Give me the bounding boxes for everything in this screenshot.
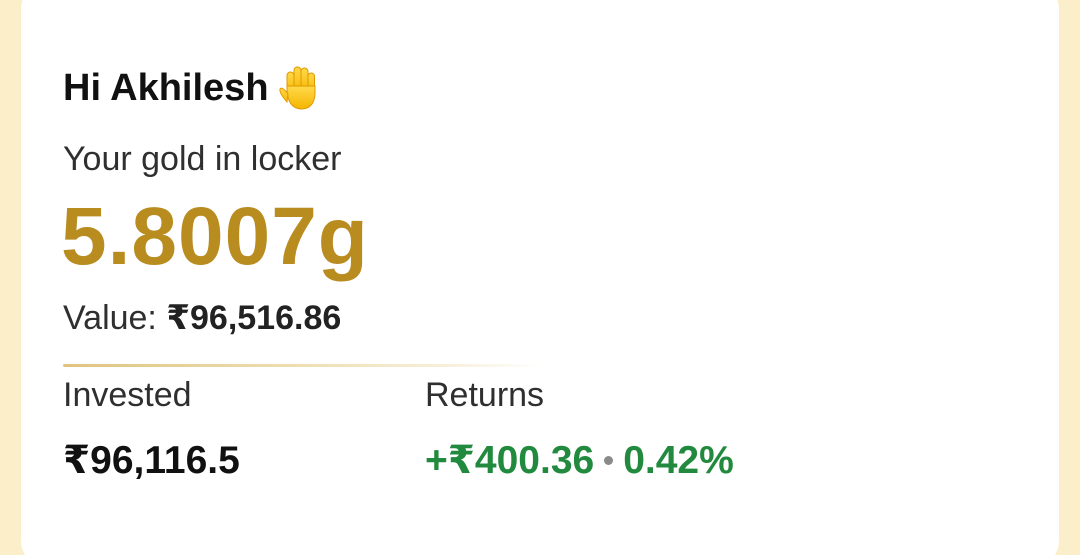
returns-value: +₹400.36 0.42% (425, 438, 734, 483)
returns-label: Returns (425, 376, 545, 414)
locker-subtitle: Your gold in locker (63, 140, 342, 178)
greeting-text: Hi Akhilesh (63, 66, 269, 109)
invested-label: Invested (63, 376, 192, 414)
raised-hand-icon (278, 64, 321, 112)
separator-dot (604, 456, 614, 465)
returns-percent: 0.42% (623, 438, 734, 482)
returns-amount: +₹400.36 (425, 439, 595, 482)
value-label: Value: (63, 299, 157, 337)
invested-value: ₹96,116.5 (63, 439, 240, 482)
greeting: Hi Akhilesh (63, 64, 321, 112)
value-line: Value: ₹96,516.86 (63, 298, 341, 338)
gold-amount: 5.8007g (61, 191, 369, 282)
gold-summary-card: Hi Akhilesh Your gold in locker 5.8007g … (21, 0, 1059, 555)
value-amount: ₹96,516.86 (166, 299, 342, 337)
divider (63, 364, 543, 367)
